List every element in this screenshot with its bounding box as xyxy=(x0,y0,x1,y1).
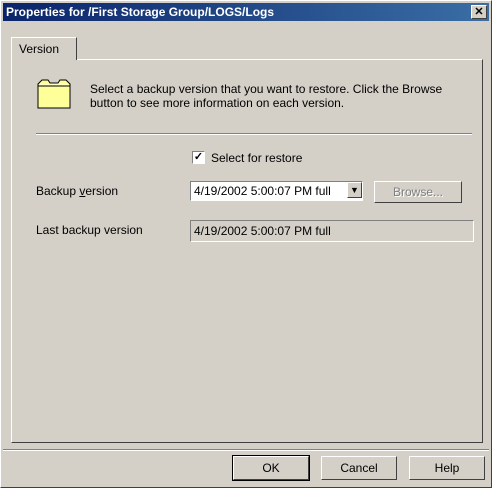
tab-panel-version: Select a backup version that you want to… xyxy=(11,59,483,443)
tab-version-label: Version xyxy=(19,42,60,56)
dropdown-arrow-icon: ▼ xyxy=(350,185,359,195)
last-backup-version-label: Last backup version xyxy=(36,223,143,237)
close-button[interactable]: ✕ xyxy=(471,5,487,19)
last-backup-version-value: 4/19/2002 5:00:07 PM full xyxy=(194,224,331,238)
cancel-button[interactable]: Cancel xyxy=(321,456,397,480)
help-button[interactable]: Help xyxy=(409,456,485,480)
backup-version-dropdown-button[interactable]: ▼ xyxy=(347,182,362,198)
tab-version[interactable]: Version xyxy=(11,37,77,60)
description-text: Select a backup version that you want to… xyxy=(90,82,443,110)
backup-version-select[interactable]: 4/19/2002 5:00:07 PM full ▼ xyxy=(190,181,363,201)
select-for-restore-label[interactable]: Select for restore xyxy=(211,151,302,165)
ok-button[interactable]: OK xyxy=(232,455,310,481)
checkbox-check-icon: ✓ xyxy=(193,151,204,163)
folder-icon xyxy=(37,79,71,109)
last-backup-version-field: 4/19/2002 5:00:07 PM full xyxy=(190,220,474,242)
close-icon: ✕ xyxy=(474,6,484,18)
backup-version-label: Backup version xyxy=(36,184,118,198)
backup-version-label-part2: ersion xyxy=(85,184,119,198)
backup-version-value: 4/19/2002 5:00:07 PM full xyxy=(194,184,331,198)
select-for-restore-checkbox[interactable]: ✓ xyxy=(192,151,205,164)
backup-version-label-part1: Backup xyxy=(36,184,80,198)
title-bar[interactable]: Properties for /First Storage Group/LOGS… xyxy=(3,3,489,21)
properties-dialog: Properties for /First Storage Group/LOGS… xyxy=(0,0,492,488)
browse-button[interactable]: Browse... xyxy=(374,181,462,203)
separator xyxy=(36,133,472,135)
button-bar-separator xyxy=(3,449,489,451)
window-title: Properties for /First Storage Group/LOGS… xyxy=(6,5,275,19)
